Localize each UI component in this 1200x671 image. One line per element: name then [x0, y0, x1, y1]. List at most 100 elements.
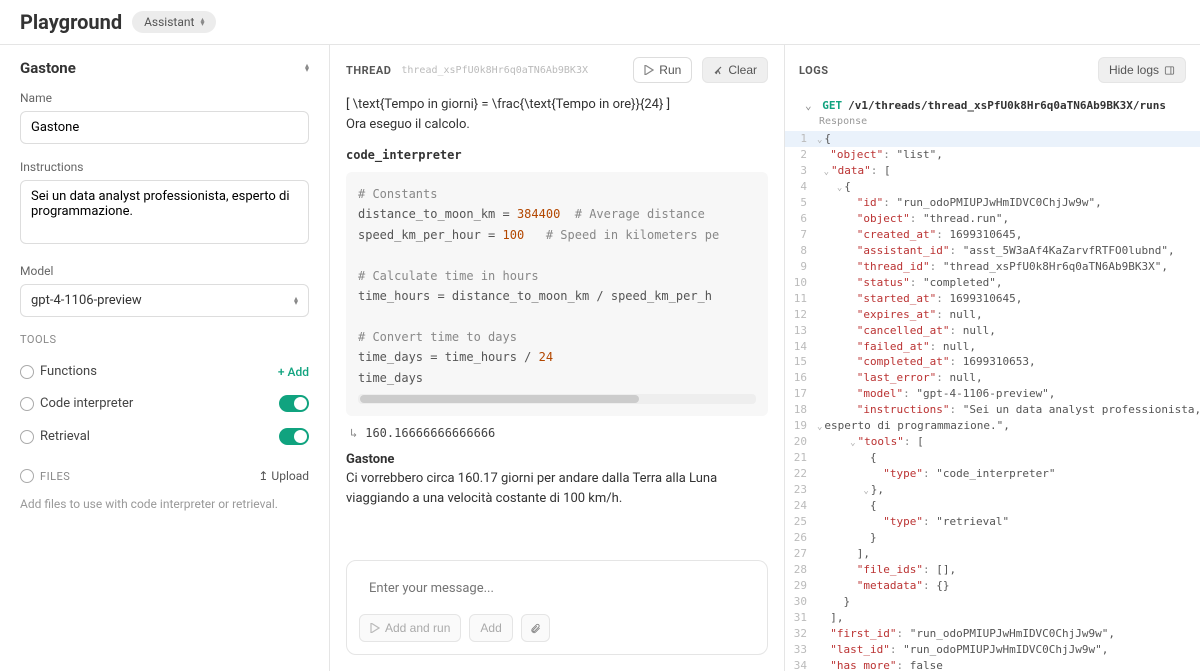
response-body[interactable]: 1⌄{2 "object": "list",3 ⌄"data": [4 ⌄{5 … [785, 131, 1200, 671]
tool-functions-row: Functions + Add [20, 356, 309, 387]
topbar: Playground Assistant ▴▾ [0, 0, 1200, 45]
tools-section-label: TOOLS [20, 333, 309, 346]
info-icon [20, 365, 34, 379]
log-line: 26 } [785, 530, 1200, 546]
endpoint-path: /v1/threads/thread_xsPfU0k8Hr6q0aTN6Ab9B… [848, 99, 1166, 112]
attach-button[interactable] [521, 614, 550, 642]
log-line: 18 "instructions": "Sei un data analyst … [785, 402, 1200, 418]
log-line: 4 ⌄{ [785, 179, 1200, 195]
arrow-icon: ↳ [350, 426, 357, 440]
logs-panel: LOGS Hide logs ⌄ GET/v1/threads/thread_x… [785, 45, 1200, 671]
model-value: gpt-4-1106-preview [31, 293, 142, 308]
log-line: 2 "object": "list", [785, 147, 1200, 163]
log-line: 29 "metadata": {} [785, 578, 1200, 594]
instructions-label: Instructions [20, 160, 309, 174]
assistant-name-heading: Gastone [20, 59, 76, 77]
log-line: 34 "has_more": false [785, 658, 1200, 671]
add-and-run-button[interactable]: Add and run [359, 614, 461, 642]
log-line: 27 ], [785, 546, 1200, 562]
log-line: 9 "thread_id": "thread_xsPfU0k8Hr6q0aTN6… [785, 259, 1200, 275]
log-line: 7 "created_at": 1699310645, [785, 227, 1200, 243]
log-line: 12 "expires_at": null, [785, 307, 1200, 323]
code-output: ↳160.16666666666666 [346, 422, 768, 450]
add-function-button[interactable]: + Add [278, 365, 309, 379]
name-label: Name [20, 91, 309, 105]
message-text: Ci vorrebbero circa 160.17 giorni per an… [346, 469, 768, 508]
mode-pill-label: Assistant [144, 15, 194, 29]
tool-retrieval-row: Retrieval [20, 420, 309, 453]
tool-functions-label: Functions [40, 364, 97, 379]
play-icon [370, 623, 380, 633]
clear-button[interactable]: Clear [702, 57, 768, 83]
play-icon [644, 65, 654, 75]
log-line: 13 "cancelled_at": null, [785, 323, 1200, 339]
code-interpreter-label: code_interpreter [346, 148, 768, 162]
assistant-name: Gastone [346, 452, 394, 467]
log-line: 21 { [785, 450, 1200, 466]
message-input[interactable] [359, 573, 755, 604]
log-line: 3 ⌄"data": [ [785, 163, 1200, 179]
code-block: # Constants distance_to_moon_km = 384400… [346, 172, 768, 416]
log-line: 24 { [785, 498, 1200, 514]
run-button[interactable]: Run [633, 57, 692, 83]
log-line: 32 "first_id": "run_odoPMIUPJwHmIDVC0Chj… [785, 626, 1200, 642]
log-line: 28 "file_ids": [], [785, 562, 1200, 578]
thread-label: THREAD [346, 64, 391, 77]
panel-icon [1164, 65, 1175, 76]
message-line: Ora eseguo il calcolo. [346, 115, 768, 135]
chevron-updown-icon: ▴▾ [294, 297, 298, 305]
paperclip-icon [530, 623, 541, 634]
log-line: 10 "status": "completed", [785, 275, 1200, 291]
log-line: 15 "completed_at": 1699310653, [785, 354, 1200, 370]
files-section-label: FILES [40, 470, 70, 483]
assistant-message: [ \text{Tempo in giorni} = \frac{\text{T… [346, 95, 768, 134]
endpoint-line[interactable]: ⌄ GET/v1/threads/thread_xsPfU0k8Hr6q0aTN… [785, 95, 1200, 114]
page-title: Playground [20, 10, 122, 34]
broom-icon [713, 65, 723, 75]
model-select[interactable]: gpt-4-1106-preview ▴▾ [20, 284, 309, 317]
files-hint: Add files to use with code interpreter o… [20, 497, 309, 511]
model-label: Model [20, 264, 309, 278]
thread-id: thread_xsPfU0k8Hr6q0aTN6Ab9BK3X [401, 65, 588, 76]
instructions-input[interactable]: Sei un data analyst professionista, espe… [20, 180, 309, 244]
caret-down-icon: ⌄ [805, 99, 812, 112]
chevron-updown-icon: ▴▾ [200, 18, 204, 26]
composer: Add and run Add [346, 560, 768, 655]
log-line: 30 } [785, 594, 1200, 610]
info-icon [20, 430, 34, 444]
mode-pill[interactable]: Assistant ▴▾ [132, 11, 216, 33]
log-line: 23 ⌄}, [785, 482, 1200, 498]
log-line: 6 "object": "thread.run", [785, 211, 1200, 227]
hide-logs-button[interactable]: Hide logs [1098, 57, 1186, 83]
http-method: GET [822, 99, 842, 112]
tool-code-interpreter-label: Code interpreter [40, 396, 133, 411]
log-line: 19⌄esperto di programmazione.", [785, 418, 1200, 434]
log-line: 22 "type": "code_interpreter" [785, 466, 1200, 482]
logs-label: LOGS [799, 64, 828, 77]
chevron-updown-icon[interactable]: ▴▾ [305, 64, 309, 72]
log-line: 8 "assistant_id": "asst_5W3aAf4KaZarvfRT… [785, 243, 1200, 259]
retrieval-toggle[interactable] [279, 428, 309, 445]
log-line: 17 "model": "gpt-4-1106-preview", [785, 386, 1200, 402]
tool-retrieval-label: Retrieval [40, 429, 90, 444]
code-interpreter-toggle[interactable] [279, 395, 309, 412]
tool-code-interpreter-row: Code interpreter [20, 387, 309, 420]
name-input[interactable] [20, 111, 309, 144]
upload-button[interactable]: ↥ Upload [258, 469, 309, 483]
info-icon [20, 397, 34, 411]
sidebar: Gastone ▴▾ Name Instructions Sei un data… [0, 45, 330, 671]
add-button[interactable]: Add [469, 614, 512, 642]
message-line: [ \text{Tempo in giorni} = \frac{\text{T… [346, 95, 768, 115]
log-line: 1⌄{ [785, 131, 1200, 147]
log-line: 5 "id": "run_odoPMIUPJwHmIDVC0ChjJw9w", [785, 195, 1200, 211]
horizontal-scrollbar[interactable] [358, 394, 756, 404]
info-icon [20, 469, 34, 483]
log-line: 31 ], [785, 610, 1200, 626]
response-label: Response [785, 114, 1200, 131]
log-line: 20 ⌄"tools": [ [785, 434, 1200, 450]
assistant-message: Gastone Ci vorrebbero circa 160.17 giorn… [346, 450, 768, 509]
log-line: 25 "type": "retrieval" [785, 514, 1200, 530]
log-line: 16 "last_error": null, [785, 370, 1200, 386]
thread-panel: THREAD thread_xsPfU0k8Hr6q0aTN6Ab9BK3X R… [330, 45, 785, 671]
log-line: 14 "failed_at": null, [785, 339, 1200, 355]
